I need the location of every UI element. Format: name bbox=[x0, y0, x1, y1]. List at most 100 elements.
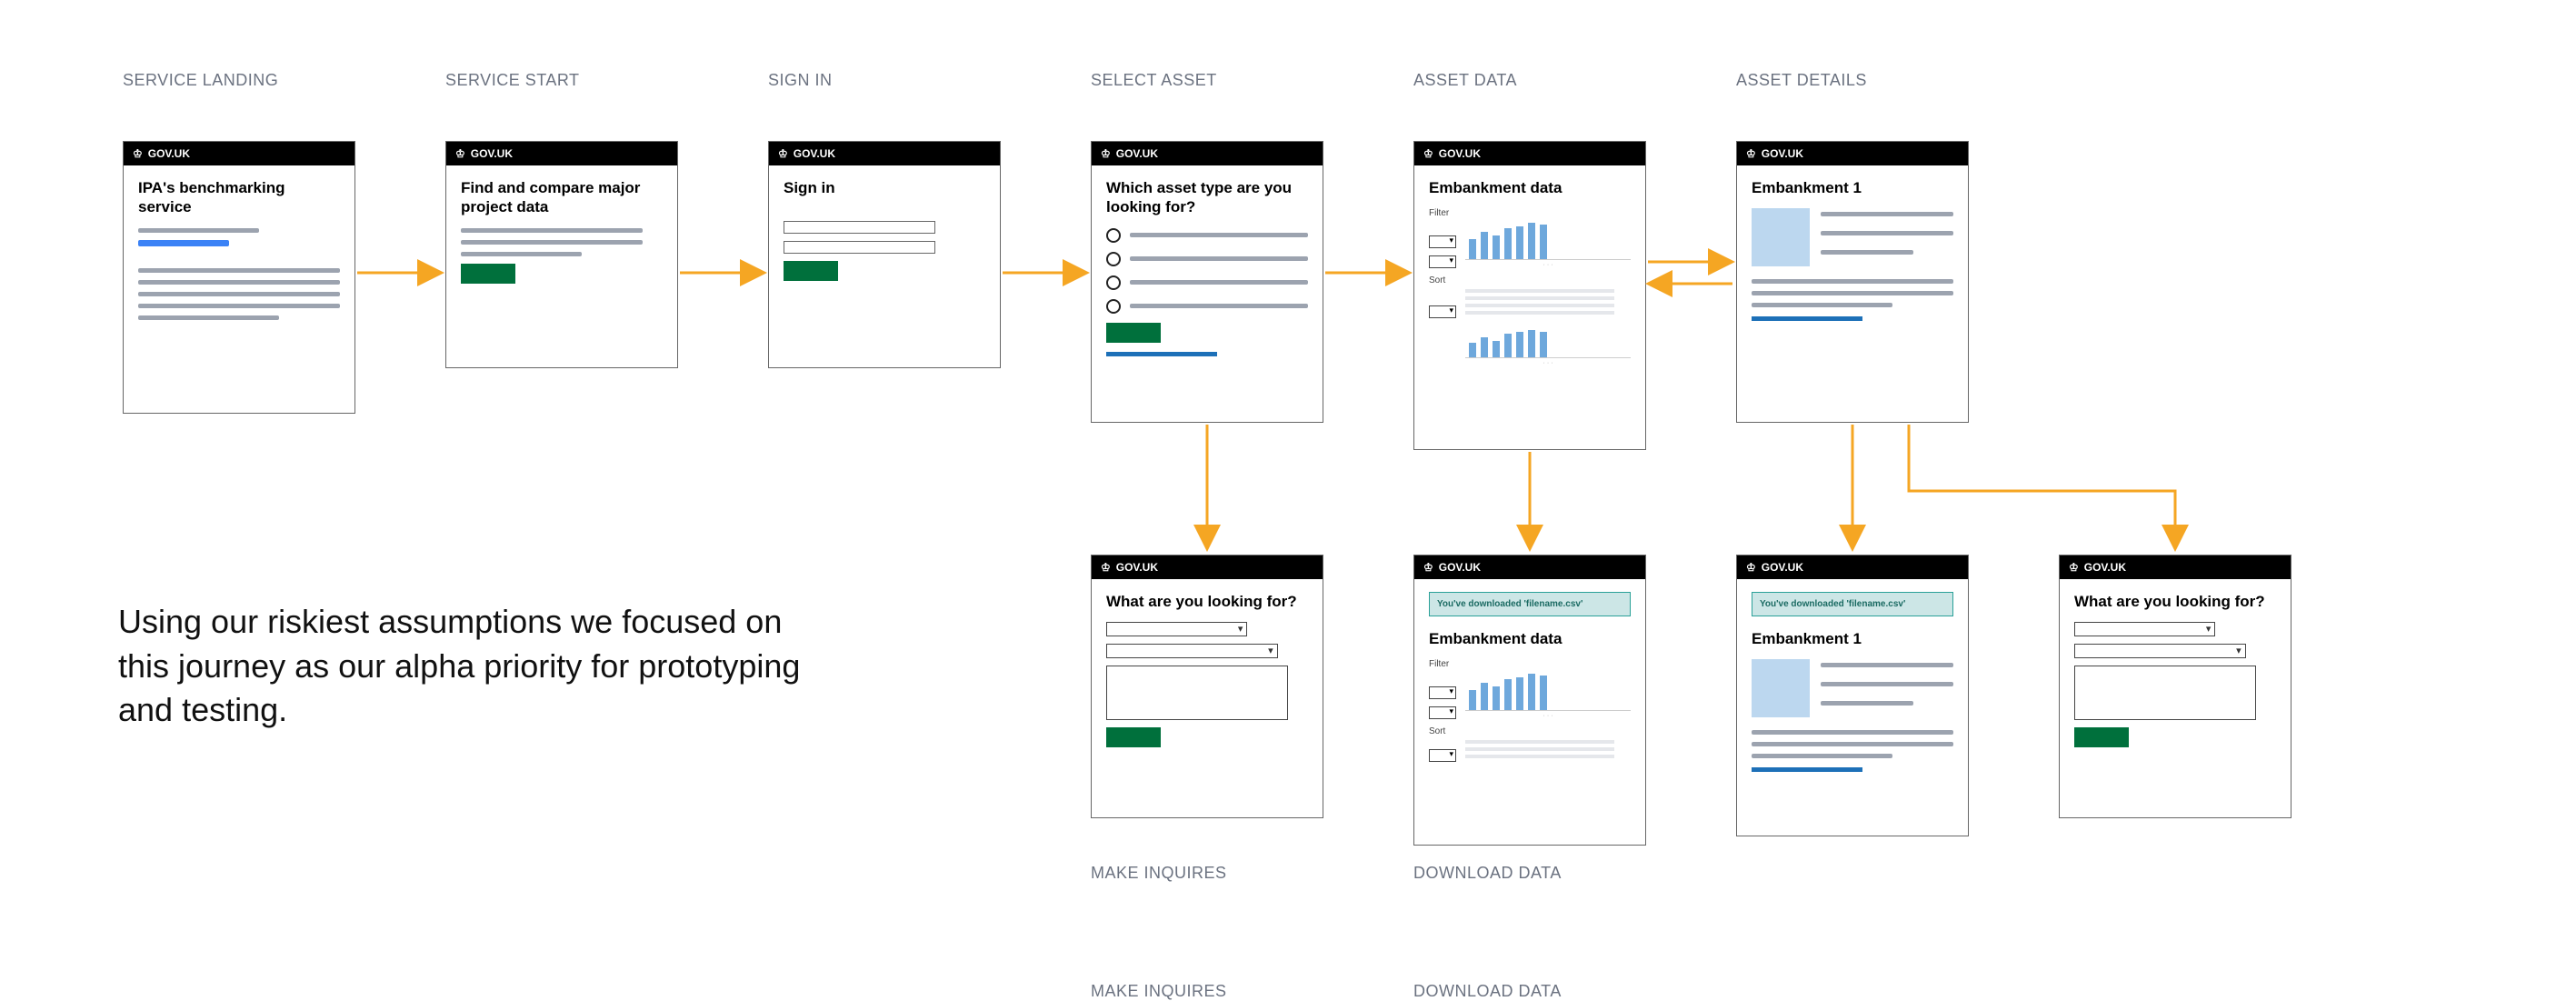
stage-label-landing: SERVICE LANDING bbox=[123, 71, 278, 90]
link-placeholder[interactable] bbox=[1752, 767, 1862, 772]
page-title: Which asset type are you looking for? bbox=[1106, 178, 1308, 217]
select-input[interactable] bbox=[1106, 644, 1278, 658]
stage-label-download-2: DOWNLOAD DATA bbox=[1413, 864, 1562, 883]
page-title: IPA's benchmarking service bbox=[138, 178, 340, 217]
crown-icon: ♔ bbox=[1101, 147, 1111, 160]
govuk-header: ♔ GOV.UK bbox=[446, 142, 677, 165]
filter-select[interactable] bbox=[1429, 686, 1456, 699]
sort-select[interactable] bbox=[1429, 305, 1456, 318]
card-service-landing: ♔ GOV.UK IPA's benchmarking service bbox=[123, 141, 355, 414]
card-make-inquires-2: ♔ GOV.UK What are you looking for? bbox=[2059, 555, 2291, 818]
text-placeholder bbox=[1821, 231, 1953, 235]
text-placeholder bbox=[138, 228, 259, 233]
govuk-logo-text: GOV.UK bbox=[148, 147, 190, 160]
text-placeholder bbox=[461, 252, 582, 256]
radio-icon bbox=[1106, 252, 1121, 266]
sort-label: Sort bbox=[1429, 275, 1456, 285]
start-button[interactable] bbox=[461, 264, 515, 284]
text-placeholder bbox=[1821, 682, 1953, 686]
radio-option[interactable] bbox=[1106, 299, 1308, 314]
govuk-logo-text: GOV.UK bbox=[1762, 147, 1803, 160]
textarea-input[interactable] bbox=[2074, 666, 2256, 720]
crown-icon: ♔ bbox=[455, 147, 465, 160]
crown-icon: ♔ bbox=[1746, 147, 1756, 160]
signin-button[interactable] bbox=[784, 261, 838, 281]
govuk-header: ♔ GOV.UK bbox=[769, 142, 1000, 165]
text-placeholder bbox=[1821, 663, 1953, 667]
card-download-data: ♔ GOV.UK You've downloaded 'filename.csv… bbox=[1413, 555, 1646, 846]
card-select-asset: ♔ GOV.UK Which asset type are you lookin… bbox=[1091, 141, 1323, 423]
password-field[interactable] bbox=[784, 241, 935, 254]
chart-axis-label: · · · bbox=[1465, 360, 1631, 366]
crown-icon: ♔ bbox=[1101, 561, 1111, 574]
card-asset-details: ♔ GOV.UK Embankment 1 bbox=[1736, 141, 1969, 423]
govuk-logo-text: GOV.UK bbox=[471, 147, 513, 160]
username-field[interactable] bbox=[784, 221, 935, 234]
crown-icon: ♔ bbox=[133, 147, 143, 160]
radio-icon bbox=[1106, 275, 1121, 290]
filter-select[interactable] bbox=[1429, 235, 1456, 248]
text-placeholder bbox=[138, 292, 340, 296]
text-placeholder bbox=[461, 240, 643, 245]
stage-label-inquires: MAKE INQUIRES bbox=[1091, 982, 1227, 1001]
page-title: Embankment 1 bbox=[1752, 629, 1953, 648]
select-input[interactable] bbox=[2074, 644, 2246, 658]
download-notification: You've downloaded 'filename.csv' bbox=[1429, 592, 1631, 616]
govuk-header: ♔ GOV.UK bbox=[1737, 556, 1968, 579]
filter-select[interactable] bbox=[1429, 255, 1456, 268]
govuk-logo-text: GOV.UK bbox=[1439, 147, 1481, 160]
text-placeholder bbox=[1821, 212, 1953, 216]
radio-icon bbox=[1106, 299, 1121, 314]
sort-label: Sort bbox=[1429, 726, 1456, 736]
card-asset-details-downloaded: ♔ GOV.UK You've downloaded 'filename.csv… bbox=[1736, 555, 1969, 836]
card-asset-data: ♔ GOV.UK Embankment data Filter · · bbox=[1413, 141, 1646, 450]
select-input[interactable] bbox=[2074, 622, 2215, 636]
radio-option[interactable] bbox=[1106, 252, 1308, 266]
text-placeholder bbox=[1752, 291, 1953, 295]
govuk-logo-text: GOV.UK bbox=[794, 147, 835, 160]
govuk-header: ♔ GOV.UK bbox=[124, 142, 354, 165]
submit-button[interactable] bbox=[1106, 727, 1161, 747]
text-placeholder bbox=[1752, 730, 1953, 735]
radio-option[interactable] bbox=[1106, 275, 1308, 290]
cta-placeholder[interactable] bbox=[138, 240, 229, 246]
link-placeholder[interactable] bbox=[1106, 352, 1217, 356]
card-service-start: ♔ GOV.UK Find and compare major project … bbox=[445, 141, 678, 368]
card-sign-in: ♔ GOV.UK Sign in bbox=[768, 141, 1001, 368]
text-placeholder bbox=[138, 268, 340, 273]
submit-button[interactable] bbox=[2074, 727, 2129, 747]
text-placeholder bbox=[138, 280, 340, 285]
filter-select[interactable] bbox=[1429, 706, 1456, 719]
crown-icon: ♔ bbox=[1746, 561, 1756, 574]
page-title: What are you looking for? bbox=[1106, 592, 1308, 611]
govuk-header: ♔ GOV.UK bbox=[2060, 556, 2291, 579]
stage-label-data: ASSET DATA bbox=[1413, 71, 1517, 90]
stage-label-select: SELECT ASSET bbox=[1091, 71, 1217, 90]
journey-description: Using our riskiest assumptions we focuse… bbox=[118, 600, 809, 733]
stage-label-start: SERVICE START bbox=[445, 71, 580, 90]
crown-icon: ♔ bbox=[778, 147, 788, 160]
govuk-header: ♔ GOV.UK bbox=[1737, 142, 1968, 165]
textarea-input[interactable] bbox=[1106, 666, 1288, 720]
govuk-logo-text: GOV.UK bbox=[1762, 561, 1803, 574]
link-placeholder[interactable] bbox=[1752, 316, 1862, 321]
sort-select[interactable] bbox=[1429, 749, 1456, 762]
radio-option[interactable] bbox=[1106, 228, 1308, 243]
govuk-header: ♔ GOV.UK bbox=[1092, 142, 1323, 165]
thumbnail-image bbox=[1752, 208, 1810, 266]
page-title: Sign in bbox=[784, 178, 985, 197]
select-input[interactable] bbox=[1106, 622, 1247, 636]
radio-icon bbox=[1106, 228, 1121, 243]
continue-button[interactable] bbox=[1106, 323, 1161, 343]
govuk-logo-text: GOV.UK bbox=[1116, 561, 1158, 574]
card-make-inquires-1: ♔ GOV.UK What are you looking for? bbox=[1091, 555, 1323, 818]
download-notification: You've downloaded 'filename.csv' bbox=[1752, 592, 1953, 616]
crown-icon: ♔ bbox=[1423, 147, 1433, 160]
page-title: Embankment 1 bbox=[1752, 178, 1953, 197]
crown-icon: ♔ bbox=[2069, 561, 2079, 574]
filter-label: Filter bbox=[1429, 208, 1456, 218]
chart-axis-label: · · · bbox=[1465, 713, 1631, 719]
text-placeholder bbox=[1752, 742, 1953, 746]
stage-label-inquires-2: MAKE INQUIRES bbox=[1091, 864, 1227, 883]
stage-label-download: DOWNLOAD DATA bbox=[1413, 982, 1562, 1001]
